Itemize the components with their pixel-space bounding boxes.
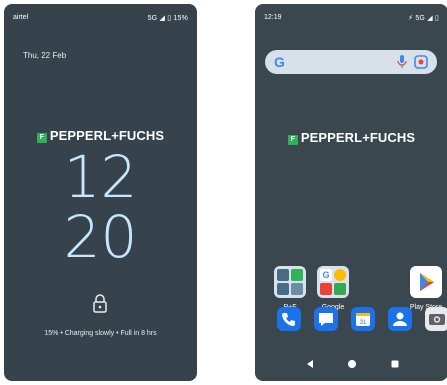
pf-logo-icon: F [287,135,298,145]
pf-folder-icon [274,266,306,298]
lens-icon[interactable] [414,55,428,69]
brand-text: PEPPERL+FUCHS [49,128,165,143]
lock-date: Thu, 22 Feb [23,51,67,60]
google-search-bar[interactable]: G [265,50,437,74]
lock-status-bar: airtel 5G ◢ ▯ 15% [4,4,197,24]
lock-brand-logo: F PEPPERL+FUCHS [4,128,197,143]
app-play-store[interactable]: Play Store [408,266,444,311]
messages-icon[interactable] [314,307,338,331]
lock-icon[interactable] [92,293,108,313]
contacts-icon[interactable] [388,307,412,331]
app-pf-folder[interactable]: P+F [272,266,308,311]
status-time: 12:19 [264,14,282,21]
mic-icon[interactable] [397,55,407,69]
clock-hours: 12 [63,143,138,211]
back-icon[interactable] [305,359,315,369]
camera-icon[interactable] [425,307,447,331]
carrier-name: airtel [13,14,29,21]
home-screen-phone: 12:19 ⚡ 5G ◢ ▯ G FPEPPERL+FUCHS P+F G [255,4,447,381]
home-icon[interactable] [347,359,357,369]
clock-minutes: 20 [63,203,138,271]
google-logo-icon: G [274,54,285,70]
calendar-icon[interactable]: 31 [351,307,375,331]
phone-icon[interactable] [277,307,301,331]
brand-text: PEPPERL+FUCHS [300,130,416,145]
lock-screen-phone: airtel 5G ◢ ▯ 15% Thu, 22 Feb F PEPPERL+F… [4,4,197,381]
status-icons-battery: 5G ◢ ▯ 15% [147,15,188,22]
charging-status: 15% • Charging slowly • Full in 8 hrs [44,330,157,337]
app-google-folder[interactable]: G Google [315,266,351,311]
status-icons: ⚡ 5G ◢ ▯ [408,15,439,22]
home-status-bar: 12:19 ⚡ 5G ◢ ▯ [255,4,447,24]
navigation-bar [255,356,447,372]
play-store-icon [410,266,442,298]
home-brand-logo: F PEPPERL+FUCHS [255,130,447,145]
google-folder-icon: G [317,266,349,298]
recents-icon[interactable] [390,359,400,369]
svg-text:31: 31 [360,320,367,326]
pf-logo-icon: F [36,133,47,143]
